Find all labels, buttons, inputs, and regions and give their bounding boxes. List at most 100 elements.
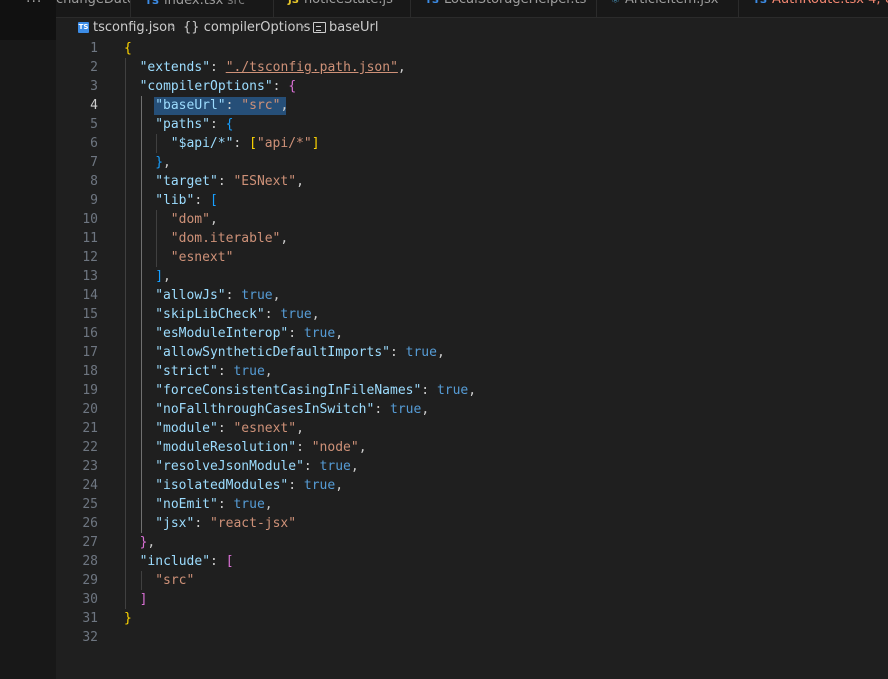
indent-guide [125, 495, 126, 514]
code-line[interactable]: 14 "allowJs": true, [56, 286, 888, 305]
code-line[interactable]: 32 [56, 628, 888, 647]
code-line[interactable]: 16 "esModuleInterop": true, [56, 324, 888, 343]
code-token: "src" [241, 98, 281, 113]
line-number: 15 [82, 307, 98, 322]
code-token: "esModuleInterop" [155, 326, 289, 341]
code-token: , [335, 478, 344, 493]
indent-guide [140, 438, 142, 457]
code-token: "jsx" [155, 516, 195, 531]
line-number: 6 [90, 136, 98, 151]
code-line[interactable]: 21 "module": "esnext", [56, 419, 888, 438]
code-token: true [319, 459, 351, 474]
code-line[interactable]: 4 "baseUrl": "src", [56, 96, 888, 115]
react-file-icon: ⚛ [611, 0, 620, 6]
code-line[interactable]: 17 "allowSyntheticDefaultImports": true, [56, 343, 888, 362]
line-number: 10 [82, 212, 98, 227]
code-token: , [209, 212, 218, 227]
code-token: "compilerOptions" [139, 79, 273, 94]
editor-tab[interactable]: ⚛ ArticleItem.jsx [597, 0, 739, 17]
more-actions-icon[interactable]: ··· [26, 0, 42, 10]
code-line[interactable]: 18 "strict": true, [56, 362, 888, 381]
code-token[interactable]: "./tsconfig.path.json" [226, 60, 398, 75]
code-token: { [288, 79, 297, 94]
line-number: 12 [82, 250, 98, 265]
indent-guide [156, 248, 158, 267]
editor-tab[interactable]: TS AuthRoute.tsx 4, U [739, 0, 888, 17]
indent-guide [125, 229, 126, 248]
code-text: "lib": [ [155, 191, 218, 210]
indent-guide [125, 115, 126, 134]
activity-bar: ··· [0, 0, 56, 679]
editor-tab[interactable]: changeDate [56, 0, 131, 17]
typescript-file-icon: TS [425, 0, 440, 6]
line-number: 1 [90, 41, 98, 56]
code-text: "moduleResolution": "node", [155, 438, 366, 457]
code-line[interactable]: 3 "compilerOptions": { [56, 77, 888, 96]
indent-guide [125, 324, 126, 343]
line-number: 7 [90, 155, 98, 170]
breadcrumb-file[interactable]: TS tsconfig.json [78, 18, 175, 38]
code-line[interactable]: 29 "src" [56, 571, 888, 590]
code-token: , [163, 269, 171, 284]
code-line[interactable]: 19 "forceConsistentCasingInFileNames": tr… [56, 381, 888, 400]
code-text: "resolveJsonModule": true, [155, 457, 359, 476]
code-line[interactable]: 23 "resolveJsonModule": true, [56, 457, 888, 476]
code-text: "skipLibCheck": true, [155, 305, 319, 324]
code-line[interactable]: 25 "noEmit": true, [56, 495, 888, 514]
code-line[interactable]: 7}, [56, 153, 888, 172]
editor-tab[interactable]: TS index.tsx src [131, 0, 274, 17]
code-line[interactable]: 1{ [56, 39, 888, 58]
code-token: true [405, 345, 437, 360]
code-line[interactable]: 20 "noFallthroughCasesInSwitch": true, [56, 400, 888, 419]
code-line[interactable]: 9 "lib": [ [56, 191, 888, 210]
indent-guide [140, 229, 142, 248]
code-token: "allowJs" [155, 288, 226, 303]
breadcrumb-field-label: baseUrl [329, 20, 379, 35]
code-line[interactable]: 10 "dom", [56, 210, 888, 229]
code-token: "$api/*" [170, 136, 234, 151]
line-number: 24 [82, 478, 98, 493]
code-text: }, [140, 533, 156, 552]
code-line[interactable]: 5 "paths": { [56, 115, 888, 134]
code-token: "extends" [139, 60, 211, 75]
code-line[interactable]: 2 "extends": "./tsconfig.path.json", [56, 58, 888, 77]
code-text: } [124, 609, 132, 628]
code-line[interactable]: 6 "$api/*": ["api/*"] [56, 134, 888, 153]
indent-guide [140, 514, 142, 533]
code-editor[interactable]: 1{2 "extends": "./tsconfig.path.json", 3 "c… [56, 38, 888, 679]
code-token: , [311, 307, 320, 322]
code-line[interactable]: 24 "isolatedModules": true, [56, 476, 888, 495]
code-line[interactable]: 30] [56, 590, 888, 609]
code-line[interactable]: 28 "include": [ [56, 552, 888, 571]
code-token: "lib" [155, 193, 195, 208]
breadcrumb-object-label: compilerOptions [203, 20, 311, 35]
code-line[interactable]: 8 "target": "ESNext", [56, 172, 888, 191]
indent-guide [140, 305, 142, 324]
editor-tab[interactable]: JS noticeState.js [274, 0, 411, 17]
breadcrumb-field[interactable]: baseUrl [313, 18, 378, 38]
code-token: : [288, 478, 304, 493]
indent-guide [140, 362, 142, 381]
code-token: : [264, 307, 281, 322]
code-token: "api/*" [256, 136, 312, 151]
code-text: "noEmit": true, [155, 495, 272, 514]
code-line[interactable]: 11 "dom.iterable", [56, 229, 888, 248]
code-line[interactable]: 22 "moduleResolution": "node", [56, 438, 888, 457]
code-line[interactable]: 26 "jsx": "react-jsx" [56, 514, 888, 533]
tab-label: changeDate [56, 0, 130, 7]
indent-guide [125, 400, 126, 419]
breadcrumb-object[interactable]: {} compilerOptions [183, 18, 310, 38]
tab-label: index.tsx [164, 0, 224, 8]
code-line[interactable]: 31} [56, 609, 888, 628]
code-line[interactable]: 27}, [56, 533, 888, 552]
indent-guide [140, 343, 142, 362]
code-line[interactable]: 12 "esnext" [56, 248, 888, 267]
code-line[interactable]: 15 "skipLibCheck": true, [56, 305, 888, 324]
code-token: : [209, 117, 226, 132]
code-text: "jsx": "react-jsx" [155, 514, 296, 533]
code-line[interactable]: 13], [56, 267, 888, 286]
javascript-file-icon: JS [288, 0, 299, 6]
editor-tab[interactable]: TS LocalStorageHelper.ts [411, 0, 597, 17]
typescript-config-icon: TS [78, 22, 89, 33]
code-token: true [241, 288, 273, 303]
